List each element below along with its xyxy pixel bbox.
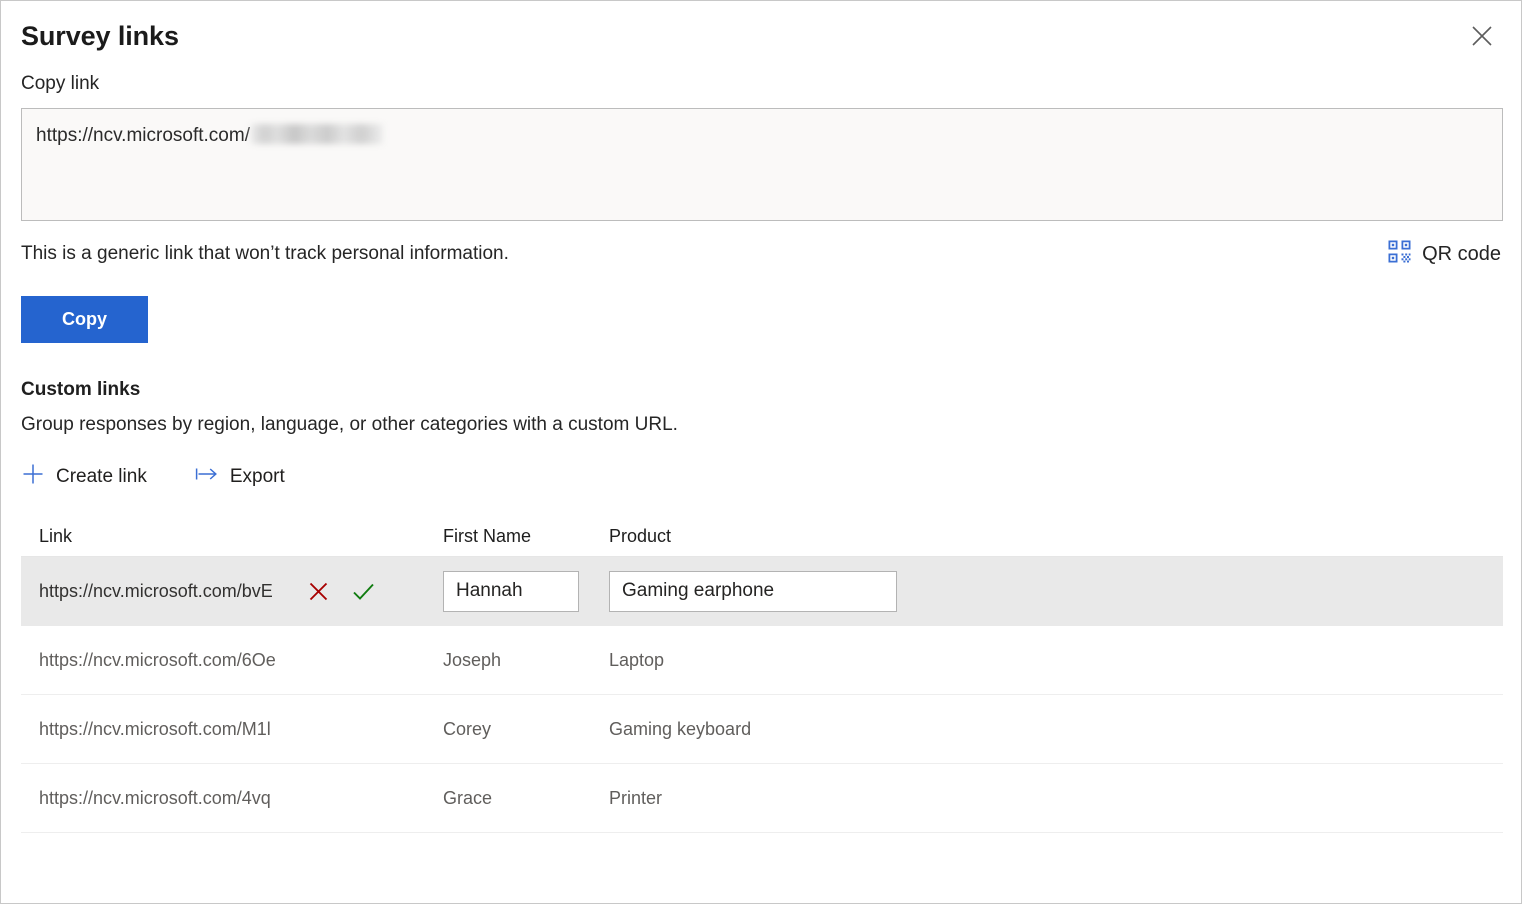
export-button[interactable]: Export xyxy=(195,465,285,488)
close-icon xyxy=(1471,25,1493,47)
custom-links-description: Group responses by region, language, or … xyxy=(21,414,678,435)
table-row[interactable]: https://ncv.microsoft.com/bvE xyxy=(21,557,1503,626)
table-row[interactable]: https://ncv.microsoft.com/6Oe Joseph Lap… xyxy=(21,626,1503,695)
first-name-cell: Corey xyxy=(443,718,492,739)
confirm-check-icon xyxy=(352,583,375,605)
link-url: https://ncv.microsoft.com/M1l xyxy=(39,718,271,739)
confirm-edit-button[interactable] xyxy=(352,581,375,602)
copy-link-label: Copy link xyxy=(21,73,100,94)
first-name-input[interactable] xyxy=(443,570,579,612)
table-row[interactable]: https://ncv.microsoft.com/M1l Corey Gami… xyxy=(21,695,1503,764)
copy-link-url-prefix: https://ncv.microsoft.com/ xyxy=(36,125,250,146)
link-cell: https://ncv.microsoft.com/M1l xyxy=(39,719,443,740)
link-cell: https://ncv.microsoft.com/4vq xyxy=(39,788,443,809)
cancel-x-icon xyxy=(308,582,329,605)
survey-links-panel: Survey links Copy link https://ncv.micro… xyxy=(0,0,1522,904)
table-header-row: Link First Name Product xyxy=(21,517,1503,557)
table-row[interactable]: https://ncv.microsoft.com/4vq Grace Prin… xyxy=(21,764,1503,833)
cancel-edit-button[interactable] xyxy=(308,581,329,602)
custom-links-command-bar: Create link Export xyxy=(21,462,1501,491)
export-arrow-icon xyxy=(195,465,219,488)
product-cell: Laptop xyxy=(609,649,665,670)
copy-link-textbox[interactable]: https://ncv.microsoft.com/ xyxy=(21,108,1503,221)
export-label: Export xyxy=(229,465,285,487)
first-name-cell xyxy=(443,570,609,612)
first-name-cell: Joseph xyxy=(443,649,502,670)
link-cell: https://ncv.microsoft.com/6Oe xyxy=(39,650,443,671)
custom-links-title: Custom links xyxy=(21,379,141,400)
copy-link-url-redacted xyxy=(250,124,383,144)
column-header-product: Product xyxy=(609,526,672,546)
product-cell: Printer xyxy=(609,787,663,808)
qr-code-button[interactable]: QR code xyxy=(1388,240,1501,268)
column-header-first-name: First Name xyxy=(443,526,532,546)
link-url: https://ncv.microsoft.com/4vq xyxy=(39,787,271,808)
generic-link-note: This is a generic link that won’t track … xyxy=(21,243,509,264)
close-button[interactable] xyxy=(1461,15,1503,57)
product-input[interactable] xyxy=(609,570,897,612)
row-edit-actions xyxy=(308,581,375,602)
create-link-label: Create link xyxy=(56,465,147,487)
qr-code-icon xyxy=(1388,240,1411,268)
create-link-button[interactable]: Create link xyxy=(21,462,147,491)
link-url: https://ncv.microsoft.com/6Oe xyxy=(39,649,276,670)
plus-icon xyxy=(21,462,45,491)
custom-links-table: Link First Name Product https://ncv.micr… xyxy=(21,517,1503,833)
page-title: Survey links xyxy=(21,21,179,51)
link-url: https://ncv.microsoft.com/bvE xyxy=(39,580,273,601)
product-cell xyxy=(609,570,1503,612)
copy-button[interactable]: Copy xyxy=(21,296,148,343)
column-header-link: Link xyxy=(39,526,73,546)
link-cell: https://ncv.microsoft.com/bvE xyxy=(39,581,443,602)
first-name-cell: Grace xyxy=(443,787,493,808)
product-cell: Gaming keyboard xyxy=(609,718,752,739)
generic-link-note-row: This is a generic link that won’t track … xyxy=(21,240,1501,268)
qr-code-label: QR code xyxy=(1422,242,1501,265)
